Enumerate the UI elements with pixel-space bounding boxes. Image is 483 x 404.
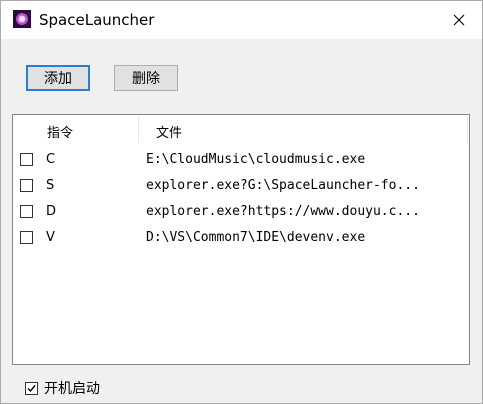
list-row[interactable]: D explorer.exe?https://www.douyu.c... [13,201,469,227]
title-bar: SpaceLauncher [1,1,482,39]
check-icon [27,384,36,392]
main-window: SpaceLauncher 添加 删除 指令 文件 C E:\CloudMusi… [0,0,483,404]
close-button[interactable] [436,1,482,39]
file-cell: explorer.exe?G:\SpaceLauncher-fo... [146,178,420,193]
command-cell: C [46,152,56,167]
delete-button[interactable]: 删除 [114,65,178,91]
file-cell: E:\CloudMusic\cloudmusic.exe [146,152,366,167]
row-checkbox[interactable] [20,179,33,192]
autostart-label: 开机启动 [44,381,100,397]
file-cell: D:\VS\Common7\IDE\devenv.exe [146,230,366,245]
command-cell: V [46,230,55,245]
app-icon [13,10,31,28]
list-row[interactable]: V D:\VS\Common7\IDE\devenv.exe [13,227,469,253]
list-row[interactable]: S explorer.exe?G:\SpaceLauncher-fo... [13,175,469,201]
list-row[interactable]: C E:\CloudMusic\cloudmusic.exe [13,149,469,175]
autostart-checkbox[interactable] [25,381,38,395]
close-icon [453,11,465,30]
list-header: 指令 文件 [13,115,469,145]
command-cell: D [46,204,57,219]
file-cell: explorer.exe?https://www.douyu.c... [146,204,420,219]
column-header-file[interactable]: 文件 [156,122,182,141]
autostart-option[interactable]: 开机启动 [25,378,100,398]
column-divider[interactable] [467,117,468,143]
column-header-command[interactable]: 指令 [47,122,73,141]
row-checkbox[interactable] [20,231,33,244]
window-title: SpaceLauncher [39,11,155,29]
column-divider[interactable] [138,117,139,143]
row-checkbox[interactable] [20,205,33,218]
add-button[interactable]: 添加 [26,65,90,91]
command-cell: S [46,178,55,193]
launcher-list[interactable]: 指令 文件 C E:\CloudMusic\cloudmusic.exe S e… [12,114,470,365]
row-checkbox[interactable] [20,153,33,166]
